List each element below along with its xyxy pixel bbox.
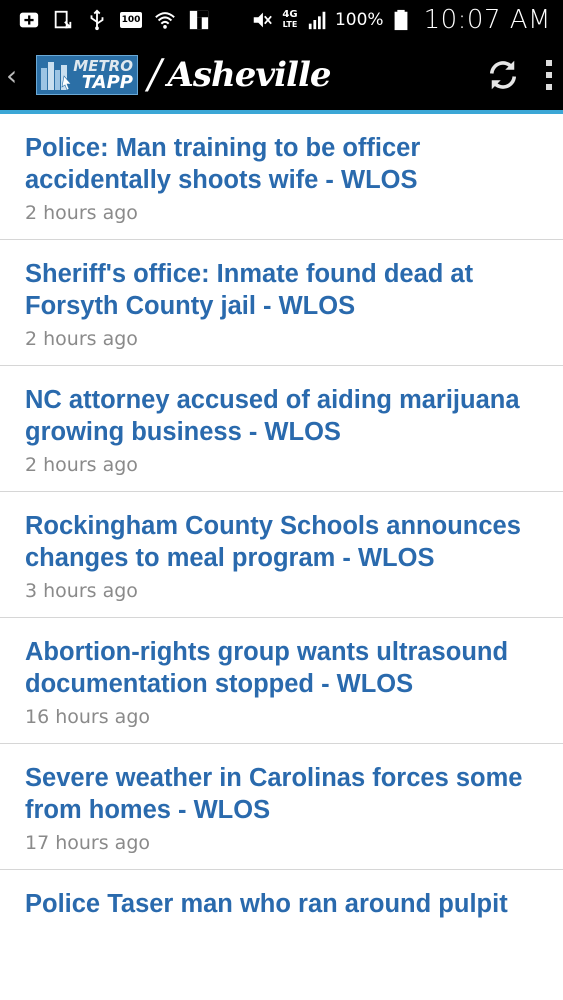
news-headline[interactable]: Police: Man training to be officer accid… — [25, 132, 543, 196]
refresh-button[interactable] — [483, 55, 523, 95]
list-item[interactable]: Police Taser man who ran around pulpit — [0, 870, 563, 996]
metrotapp-logo: METRO TAPP — [36, 55, 138, 95]
news-headline[interactable]: Abortion-rights group wants ultrasound d… — [25, 636, 543, 700]
battery-icon — [390, 9, 412, 31]
news-timestamp: 16 hours ago — [25, 706, 151, 728]
usb-icon — [86, 9, 108, 31]
news-headline[interactable]: Rockingham County Schools announces chan… — [25, 510, 543, 574]
overflow-dot — [546, 72, 552, 78]
network-type-icon: 4G LTE — [282, 9, 298, 30]
list-item[interactable]: Severe weather in Carolinas forces some … — [0, 744, 563, 870]
news-headline[interactable]: Police Taser man who ran around pulpit — [25, 888, 543, 920]
overflow-dot — [546, 84, 552, 90]
refresh-icon — [489, 60, 517, 90]
app-logo[interactable]: METRO TAPP / Asheville — [36, 52, 332, 98]
logo-tapp-text: TAPP — [81, 71, 133, 93]
news-timestamp: 2 hours ago — [25, 328, 138, 350]
news-headline[interactable]: Sheriff's office: Inmate found dead at F… — [25, 258, 543, 322]
wifi-icon — [154, 9, 176, 31]
mute-icon — [251, 9, 273, 31]
back-chevron-icon[interactable]: ‹ — [0, 59, 30, 92]
city-title: Asheville — [167, 55, 331, 95]
battery-badge-icon: 100 — [119, 9, 143, 31]
list-item[interactable]: NC attorney accused of aiding marijuana … — [0, 366, 563, 492]
news-timestamp: 2 hours ago — [25, 202, 138, 224]
news-list: Police: Man training to be officer accid… — [0, 114, 563, 1000]
news-timestamp: 2 hours ago — [25, 454, 138, 476]
app-bar: ‹ METRO TAPP / Asheville — [0, 40, 563, 110]
news-timestamp: 17 hours ago — [25, 832, 151, 854]
list-item[interactable]: Sheriff's office: Inmate found dead at F… — [0, 240, 563, 366]
battery-percent: 100% — [334, 10, 384, 30]
overflow-menu-button[interactable] — [543, 55, 555, 95]
list-item[interactable]: Police: Man training to be officer accid… — [0, 114, 563, 240]
download-icon — [52, 9, 74, 31]
add-box-icon — [18, 9, 40, 31]
news-headline[interactable]: Severe weather in Carolinas forces some … — [25, 762, 543, 826]
overflow-dot — [546, 60, 552, 66]
news-headline[interactable]: NC attorney accused of aiding marijuana … — [25, 384, 543, 448]
flipboard-icon — [188, 9, 210, 31]
clock: 10:07 AM — [423, 5, 551, 35]
status-bar: 100 4G LTE 100% 10:07 AM — [0, 0, 563, 40]
news-timestamp: 3 hours ago — [25, 580, 138, 602]
skyline-icon — [41, 62, 72, 90]
list-item[interactable]: Rockingham County Schools announces chan… — [0, 492, 563, 618]
logo-slash: / — [148, 52, 162, 98]
signal-icon — [307, 9, 329, 31]
list-item[interactable]: Abortion-rights group wants ultrasound d… — [0, 618, 563, 744]
